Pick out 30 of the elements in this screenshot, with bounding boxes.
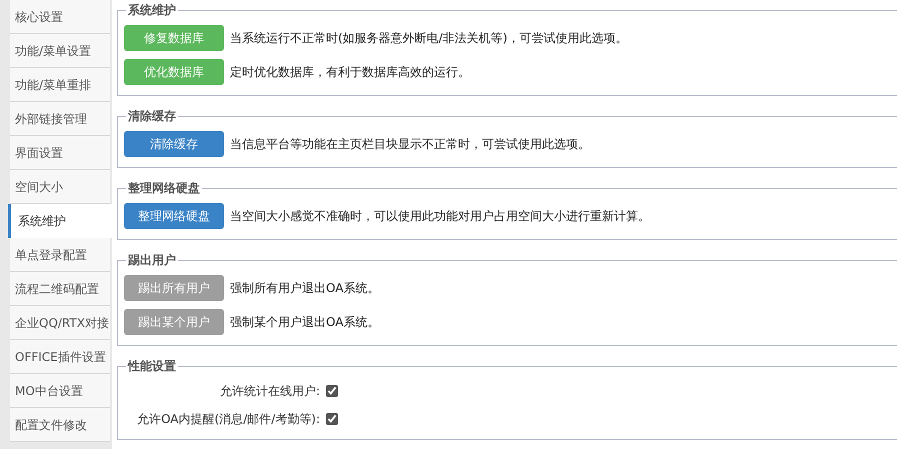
- description-text: 当系统运行不正常时(如服务器意外断电/非法关机等)，可尝试使用此选项。: [230, 30, 628, 47]
- checkbox[interactable]: [326, 413, 338, 425]
- description-text: 当空间大小感觉不准确时，可以使用此功能对用户占用空间大小进行重新计算。: [230, 208, 650, 225]
- sidebar-item[interactable]: 功能/菜单重排: [10, 68, 110, 102]
- action-button[interactable]: 整理网络硬盘: [124, 203, 224, 229]
- section-title: 系统维护: [127, 2, 177, 19]
- description-text: 强制所有用户退出OA系统。: [230, 280, 380, 297]
- option-label: 允许统计在线用户:: [218, 383, 320, 400]
- description-text: 当信息平台等功能在主页栏目块显示不正常时，可尝试使用此选项。: [230, 136, 590, 153]
- section-title: 性能设置: [126, 358, 177, 375]
- sidebar-item[interactable]: 流程二维码配置: [10, 272, 110, 306]
- option-label: 允许OA内提醒(消息/邮件/考勤等):: [136, 411, 320, 428]
- section-title: 整理网络硬盘: [127, 180, 201, 197]
- description-text: 定时优化数据库，有利于数据库高效的运行。: [230, 64, 470, 81]
- sidebar-item[interactable]: OFFICE插件设置: [10, 340, 110, 374]
- sidebar-item[interactable]: 系统维护: [8, 204, 112, 238]
- action-button[interactable]: 清除缓存: [124, 131, 224, 157]
- description-text: 强制某个用户退出OA系统。: [230, 314, 380, 331]
- sidebar-item[interactable]: 配置文件修改: [10, 408, 110, 442]
- section-title: 清除缓存: [127, 108, 177, 125]
- sidebar-item[interactable]: 核心设置: [10, 0, 110, 34]
- sidebar-item[interactable]: 界面设置: [10, 136, 110, 170]
- section-title: 踢出用户: [127, 252, 177, 269]
- sidebar-item[interactable]: 企业QQ/RTX对接: [10, 306, 110, 340]
- sidebar-item[interactable]: MO中台设置: [10, 374, 110, 408]
- checkbox[interactable]: [326, 385, 338, 397]
- sidebar-item[interactable]: 功能/菜单设置: [10, 34, 110, 68]
- sidebar-item[interactable]: 空间大小: [10, 170, 110, 204]
- sidebar-item[interactable]: 外部链接管理: [10, 102, 110, 136]
- sidebar-item[interactable]: 单点登录配置: [10, 238, 110, 272]
